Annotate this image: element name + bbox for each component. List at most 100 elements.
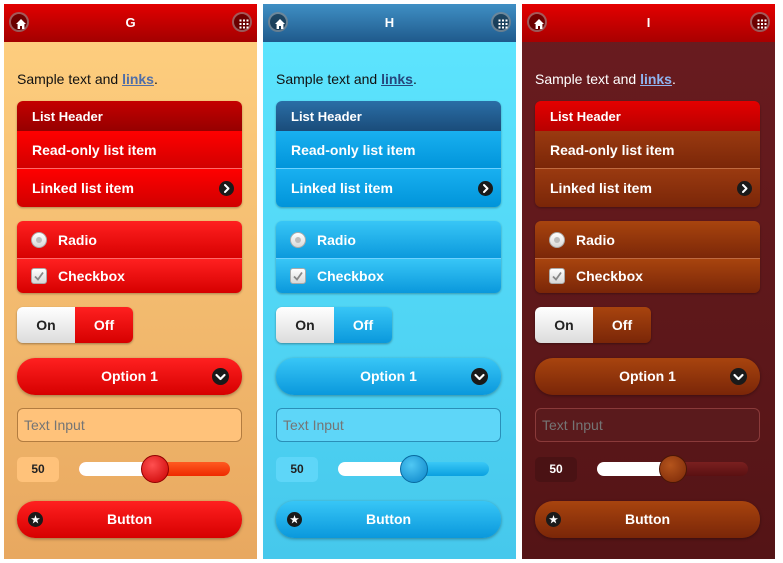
list-header-label: List Header	[550, 109, 621, 124]
checkbox-label: Checkbox	[576, 268, 643, 284]
list-header-label: List Header	[291, 109, 362, 124]
slider-handle[interactable]	[399, 455, 428, 483]
text-input[interactable]	[535, 408, 760, 442]
arrow-right-icon	[737, 181, 752, 196]
header-title: I	[646, 15, 651, 30]
header-bar: I	[522, 4, 775, 42]
list-header-label: List Header	[32, 109, 103, 124]
list-item-linked[interactable]: Linked list item	[535, 169, 760, 207]
select-menu[interactable]: Option 1	[535, 358, 760, 395]
flip-toggle[interactable]: On Off	[276, 307, 392, 343]
header-title: G	[125, 15, 136, 30]
chevron-down-icon	[730, 368, 747, 385]
home-button[interactable]	[9, 12, 29, 32]
radio-icon	[549, 232, 565, 248]
header-title: H	[384, 15, 395, 30]
toggle-off-label: Off	[593, 307, 651, 343]
list-item-label: Read-only list item	[550, 142, 675, 158]
home-button[interactable]	[268, 12, 288, 32]
list-item-label: Linked list item	[32, 180, 134, 196]
checkbox-icon	[31, 268, 47, 284]
list-item-readonly: Read-only list item	[17, 131, 242, 169]
slider-value-input[interactable]: 50	[535, 457, 577, 482]
checkbox-icon	[549, 268, 565, 284]
list-item-linked[interactable]: Linked list item	[17, 169, 242, 207]
star-button[interactable]: Button	[535, 501, 760, 538]
toggle-off-label: Off	[75, 307, 133, 343]
text-input[interactable]	[276, 408, 501, 442]
theme-panel: H Sample text and links. List Header Rea…	[263, 4, 516, 559]
home-button[interactable]	[527, 12, 547, 32]
list-item-label: Linked list item	[550, 180, 652, 196]
sample-link[interactable]: links	[381, 71, 413, 87]
listview: List Header Read-only list item Linked l…	[276, 101, 501, 207]
select-menu[interactable]: Option 1	[17, 358, 242, 395]
slider-handle[interactable]	[140, 455, 169, 483]
listview: List Header Read-only list item Linked l…	[17, 101, 242, 207]
checkbox-option[interactable]: Checkbox	[276, 259, 501, 293]
radio-label: Radio	[576, 232, 615, 248]
select-value: Option 1	[101, 368, 158, 384]
sample-text: Sample text and links.	[276, 71, 417, 87]
toggle-on-label: On	[17, 307, 75, 343]
slider-value-input[interactable]: 50	[17, 457, 59, 482]
sample-text-suffix: .	[153, 71, 158, 87]
theme-panel: G Sample text and links. List Header Rea…	[4, 4, 257, 559]
checkbox-label: Checkbox	[317, 268, 384, 284]
toggle-on-label: On	[535, 307, 593, 343]
sample-link[interactable]: links	[640, 71, 672, 87]
controlgroup: Radio Checkbox	[17, 221, 242, 293]
grid-menu-button[interactable]	[232, 12, 252, 32]
flip-toggle[interactable]: On Off	[535, 307, 651, 343]
checkbox-label: Checkbox	[58, 268, 125, 284]
checkbox-option[interactable]: Checkbox	[17, 259, 242, 293]
grid-menu-button[interactable]	[750, 12, 770, 32]
flip-toggle[interactable]: On Off	[17, 307, 133, 343]
arrow-right-icon	[478, 181, 493, 196]
chevron-down-icon	[471, 368, 488, 385]
list-item-label: Read-only list item	[291, 142, 416, 158]
radio-label: Radio	[317, 232, 356, 248]
list-item-label: Linked list item	[291, 180, 393, 196]
chevron-down-icon	[212, 368, 229, 385]
sample-text-suffix: .	[412, 71, 417, 87]
header-bar: H	[263, 4, 516, 42]
list-item-label: Read-only list item	[32, 142, 157, 158]
radio-option[interactable]: Radio	[17, 221, 242, 259]
controlgroup: Radio Checkbox	[535, 221, 760, 293]
select-value: Option 1	[619, 368, 676, 384]
sample-text-suffix: .	[671, 71, 676, 87]
slider-handle[interactable]	[658, 455, 687, 483]
list-item-readonly: Read-only list item	[535, 131, 760, 169]
list-header: List Header	[17, 101, 242, 131]
radio-option[interactable]: Radio	[276, 221, 501, 259]
listview: List Header Read-only list item Linked l…	[535, 101, 760, 207]
button-label: Button	[106, 511, 153, 527]
select-value: Option 1	[360, 368, 417, 384]
arrow-right-icon	[219, 181, 234, 196]
select-menu[interactable]: Option 1	[276, 358, 501, 395]
checkbox-icon	[290, 268, 306, 284]
radio-icon	[31, 232, 47, 248]
button-label: Button	[624, 511, 671, 527]
sample-link[interactable]: links	[122, 71, 154, 87]
list-header: List Header	[535, 101, 760, 131]
checkbox-option[interactable]: Checkbox	[535, 259, 760, 293]
text-input[interactable]	[17, 408, 242, 442]
sample-text-prefix: Sample text and	[276, 71, 382, 87]
toggle-off-label: Off	[334, 307, 392, 343]
grid-menu-button[interactable]	[491, 12, 511, 32]
theme-panel: I Sample text and links. List Header Rea…	[522, 4, 775, 559]
list-header: List Header	[276, 101, 501, 131]
slider-value-input[interactable]: 50	[276, 457, 318, 482]
sample-text-prefix: Sample text and	[17, 71, 123, 87]
toggle-on-label: On	[276, 307, 334, 343]
star-button[interactable]: Button	[17, 501, 242, 538]
button-label: Button	[365, 511, 412, 527]
radio-icon	[290, 232, 306, 248]
radio-option[interactable]: Radio	[535, 221, 760, 259]
list-item-linked[interactable]: Linked list item	[276, 169, 501, 207]
star-button[interactable]: Button	[276, 501, 501, 538]
controlgroup: Radio Checkbox	[276, 221, 501, 293]
list-item-readonly: Read-only list item	[276, 131, 501, 169]
